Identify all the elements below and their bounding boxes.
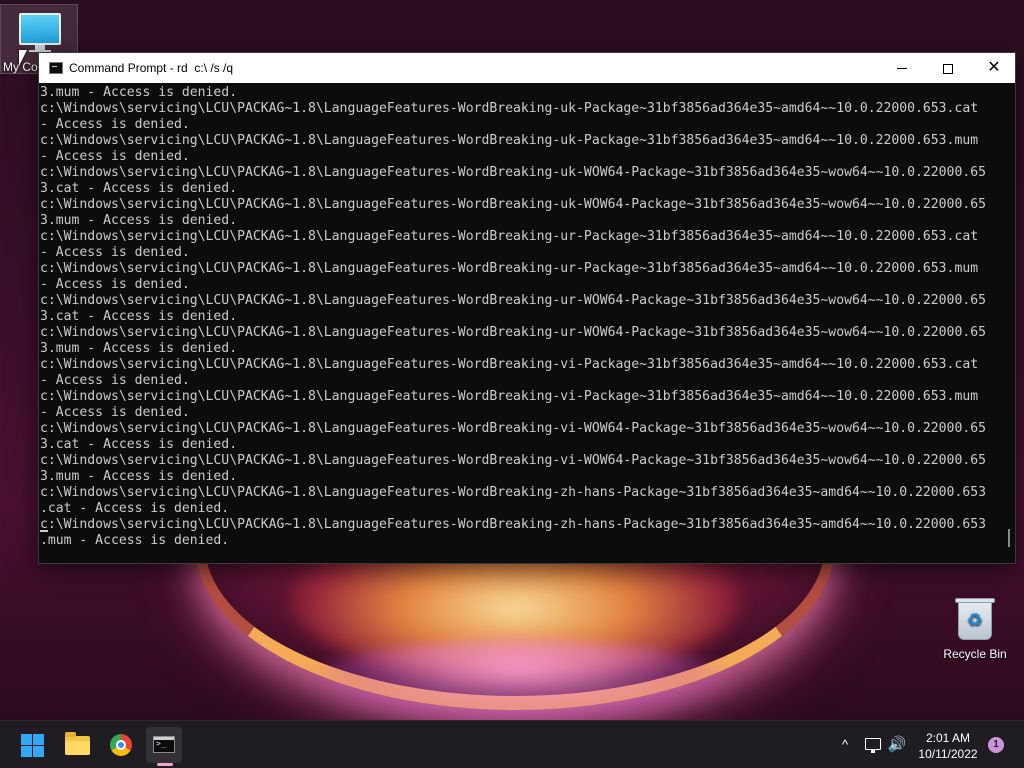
console-line: c:\Windows\servicing\LCU\PACKAG~1.8\Lang…	[40, 229, 979, 244]
console-line: c:\Windows\servicing\LCU\PACKAG~1.8\Lang…	[40, 261, 979, 276]
console-line: - Access is denied.	[40, 277, 190, 292]
console-line: 3.mum - Access is denied.	[40, 213, 238, 228]
console-scrollbar[interactable]	[1003, 83, 1015, 563]
taskbar-chrome[interactable]	[103, 727, 139, 763]
console-line: - Access is denied.	[40, 117, 190, 132]
mouse-pointer-icon	[19, 50, 27, 66]
recycle-symbol-icon: ♻	[966, 610, 984, 630]
console-line: 3.mum - Access is denied.	[40, 341, 238, 356]
console-line: c:\Windows\servicing\LCU\PACKAG~1.8\Lang…	[40, 325, 986, 340]
minimize-button[interactable]	[879, 53, 925, 83]
scrollbar-thumb[interactable]	[1008, 529, 1010, 547]
maximize-icon	[943, 63, 953, 74]
terminal-icon	[49, 62, 63, 74]
console-line: c:\Windows\servicing\LCU\PACKAG~1.8\Lang…	[40, 165, 986, 180]
chrome-icon	[110, 734, 132, 756]
close-button[interactable]: ✕	[971, 53, 1017, 83]
taskbar-file-explorer[interactable]	[59, 727, 95, 763]
chevron-up-icon: ^	[841, 737, 849, 752]
console-line: 3.mum - Access is denied.	[40, 469, 238, 484]
console-line: c:\Windows\servicing\LCU\PACKAG~1.8\Lang…	[40, 517, 986, 532]
terminal-icon	[153, 736, 175, 753]
start-button[interactable]	[14, 727, 50, 763]
volume-button[interactable]: 🔊	[886, 721, 908, 768]
clock-time: 2:01 AM	[925, 731, 971, 745]
console-line: c:\Windows\servicing\LCU\PACKAG~1.8\Lang…	[40, 293, 986, 308]
console-output[interactable]: 3.mum - Access is denied. c:\Windows\serv…	[39, 83, 1003, 563]
console-line: - Access is denied.	[40, 405, 190, 420]
console-line: 3.cat - Access is denied.	[40, 437, 238, 452]
active-app-indicator	[157, 763, 173, 766]
maximize-button[interactable]	[925, 53, 971, 83]
console-line: - Access is denied.	[40, 149, 190, 164]
notification-badge[interactable]: 1	[988, 737, 1004, 753]
network-button[interactable]	[862, 721, 884, 768]
console-line: c:\Windows\servicing\LCU\PACKAG~1.8\Lang…	[40, 485, 986, 500]
window-titlebar[interactable]: Command Prompt - rd c:\ /s /q ✕	[39, 53, 1015, 83]
console-line: c:\Windows\servicing\LCU\PACKAG~1.8\Lang…	[40, 421, 986, 436]
console-line: c:\Windows\servicing\LCU\PACKAG~1.8\Lang…	[40, 357, 979, 372]
taskbar: ^ 🔊 2:01 AM 10/11/2022 1	[0, 720, 1024, 768]
close-icon: ✕	[987, 59, 1001, 76]
console-line: .mum - Access is denied.	[40, 533, 230, 548]
windows-logo-icon	[21, 734, 44, 757]
console-line: .cat - Access is denied.	[40, 501, 230, 516]
taskbar-clock[interactable]: 2:01 AM 10/11/2022	[915, 721, 981, 768]
taskbar-command-prompt[interactable]	[146, 727, 182, 763]
network-icon	[865, 738, 881, 753]
window-title: Command Prompt - rd c:\ /s /q	[69, 61, 234, 75]
folder-icon	[65, 732, 90, 755]
console-line: c:\Windows\servicing\LCU\PACKAG~1.8\Lang…	[40, 101, 979, 116]
clock-date: 10/11/2022	[918, 747, 978, 761]
console-line: 3.mum - Access is denied.	[40, 85, 238, 100]
console-line: c:\Windows\servicing\LCU\PACKAG~1.8\Lang…	[40, 453, 986, 468]
console-line: - Access is denied.	[40, 373, 190, 388]
computer-icon	[19, 13, 61, 45]
console-line: c:\Windows\servicing\LCU\PACKAG~1.8\Lang…	[40, 133, 979, 148]
console-line: - Access is denied.	[40, 245, 190, 260]
console-line: c:\Windows\servicing\LCU\PACKAG~1.8\Lang…	[40, 197, 986, 212]
wallpaper-pink-glow	[300, 640, 740, 720]
desktop-icon-label: Recycle Bin	[943, 647, 1007, 661]
console-line: c:\Windows\servicing\LCU\PACKAG~1.8\Lang…	[40, 389, 979, 404]
console-line: 3.cat - Access is denied.	[40, 309, 238, 324]
console-cursor	[40, 530, 48, 532]
command-prompt-window[interactable]: Command Prompt - rd c:\ /s /q ✕ 3.mum - …	[38, 52, 1016, 564]
volume-icon: 🔊	[887, 736, 907, 753]
show-hidden-icons-button[interactable]: ^	[835, 721, 855, 768]
minimize-icon	[897, 68, 907, 70]
desktop-icon-recycle-bin[interactable]: ♻ Recycle Bin	[940, 596, 1010, 666]
console-line: 3.cat - Access is denied.	[40, 181, 238, 196]
